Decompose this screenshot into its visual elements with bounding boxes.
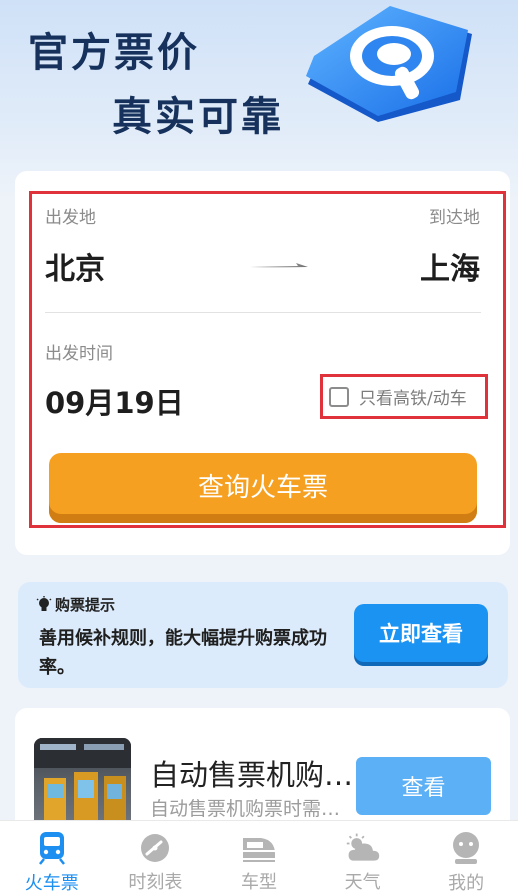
- weather-icon: [345, 831, 381, 864]
- train-icon: [34, 831, 70, 865]
- tab-train-models[interactable]: 车型: [207, 821, 311, 894]
- from-city[interactable]: 北京: [45, 244, 105, 288]
- bottom-tab-bar: 火车票 时刻表 车型 天气 我的: [0, 820, 518, 894]
- from-label: 出发地: [45, 208, 96, 228]
- tab-label: 我的: [448, 873, 485, 894]
- high-speed-only-checkbox[interactable]: [329, 386, 349, 407]
- tab-profile[interactable]: 我的: [414, 821, 518, 894]
- search-magnifier-logo-icon: [306, 6, 472, 122]
- query-tickets-button[interactable]: 查询火车票: [49, 453, 477, 523]
- profile-icon: [448, 831, 484, 865]
- tab-label: 车型: [240, 872, 277, 893]
- guide-title: 自动售票机购票攻略: [150, 758, 360, 792]
- view-now-button[interactable]: 立即查看: [354, 604, 488, 662]
- banner-headline-1: 官方票价: [28, 30, 200, 76]
- to-label: 到达地: [429, 208, 480, 228]
- lightbulb-icon: [36, 595, 52, 611]
- ticket-search-card: 出发地 到达地 北京 上海 出发时间 09月19日 只看高铁/动车 查询火车票: [15, 171, 510, 555]
- high-speed-only-label: 只看高铁/动车: [359, 389, 467, 409]
- tab-label: 火车票: [24, 873, 79, 894]
- hero-banner: 官方票价 真实可靠: [0, 0, 518, 200]
- bullet-train-icon: [241, 831, 277, 864]
- tab-label: 时刻表: [128, 872, 183, 893]
- tab-train-tickets[interactable]: 火车票: [0, 821, 104, 894]
- ticket-tips-card: 购票提示 善用候补规则，能大幅提升购票成功率。 立即查看: [18, 582, 508, 688]
- tips-header: 购票提示: [36, 594, 115, 615]
- high-speed-only-filter[interactable]: 只看高铁/动车: [320, 374, 488, 419]
- tips-body-text: 善用候补规则，能大幅提升购票成功率。: [39, 628, 327, 678]
- tab-label: 天气: [344, 872, 381, 893]
- date-value[interactable]: 09月19日: [45, 380, 184, 422]
- banner-headline-2: 真实可靠: [112, 94, 284, 140]
- tips-title: 购票提示: [55, 596, 116, 614]
- clock-icon: [137, 831, 173, 864]
- tab-timetable[interactable]: 时刻表: [104, 821, 208, 894]
- form-divider: [45, 312, 481, 313]
- swap-arrow-icon[interactable]: [248, 259, 310, 271]
- view-guide-button[interactable]: 查看: [356, 757, 491, 815]
- tab-weather[interactable]: 天气: [311, 821, 415, 894]
- guide-subtitle: 自动售票机购票时需要注意: [150, 798, 350, 820]
- to-city[interactable]: 上海: [420, 244, 480, 288]
- date-label: 出发时间: [45, 344, 113, 364]
